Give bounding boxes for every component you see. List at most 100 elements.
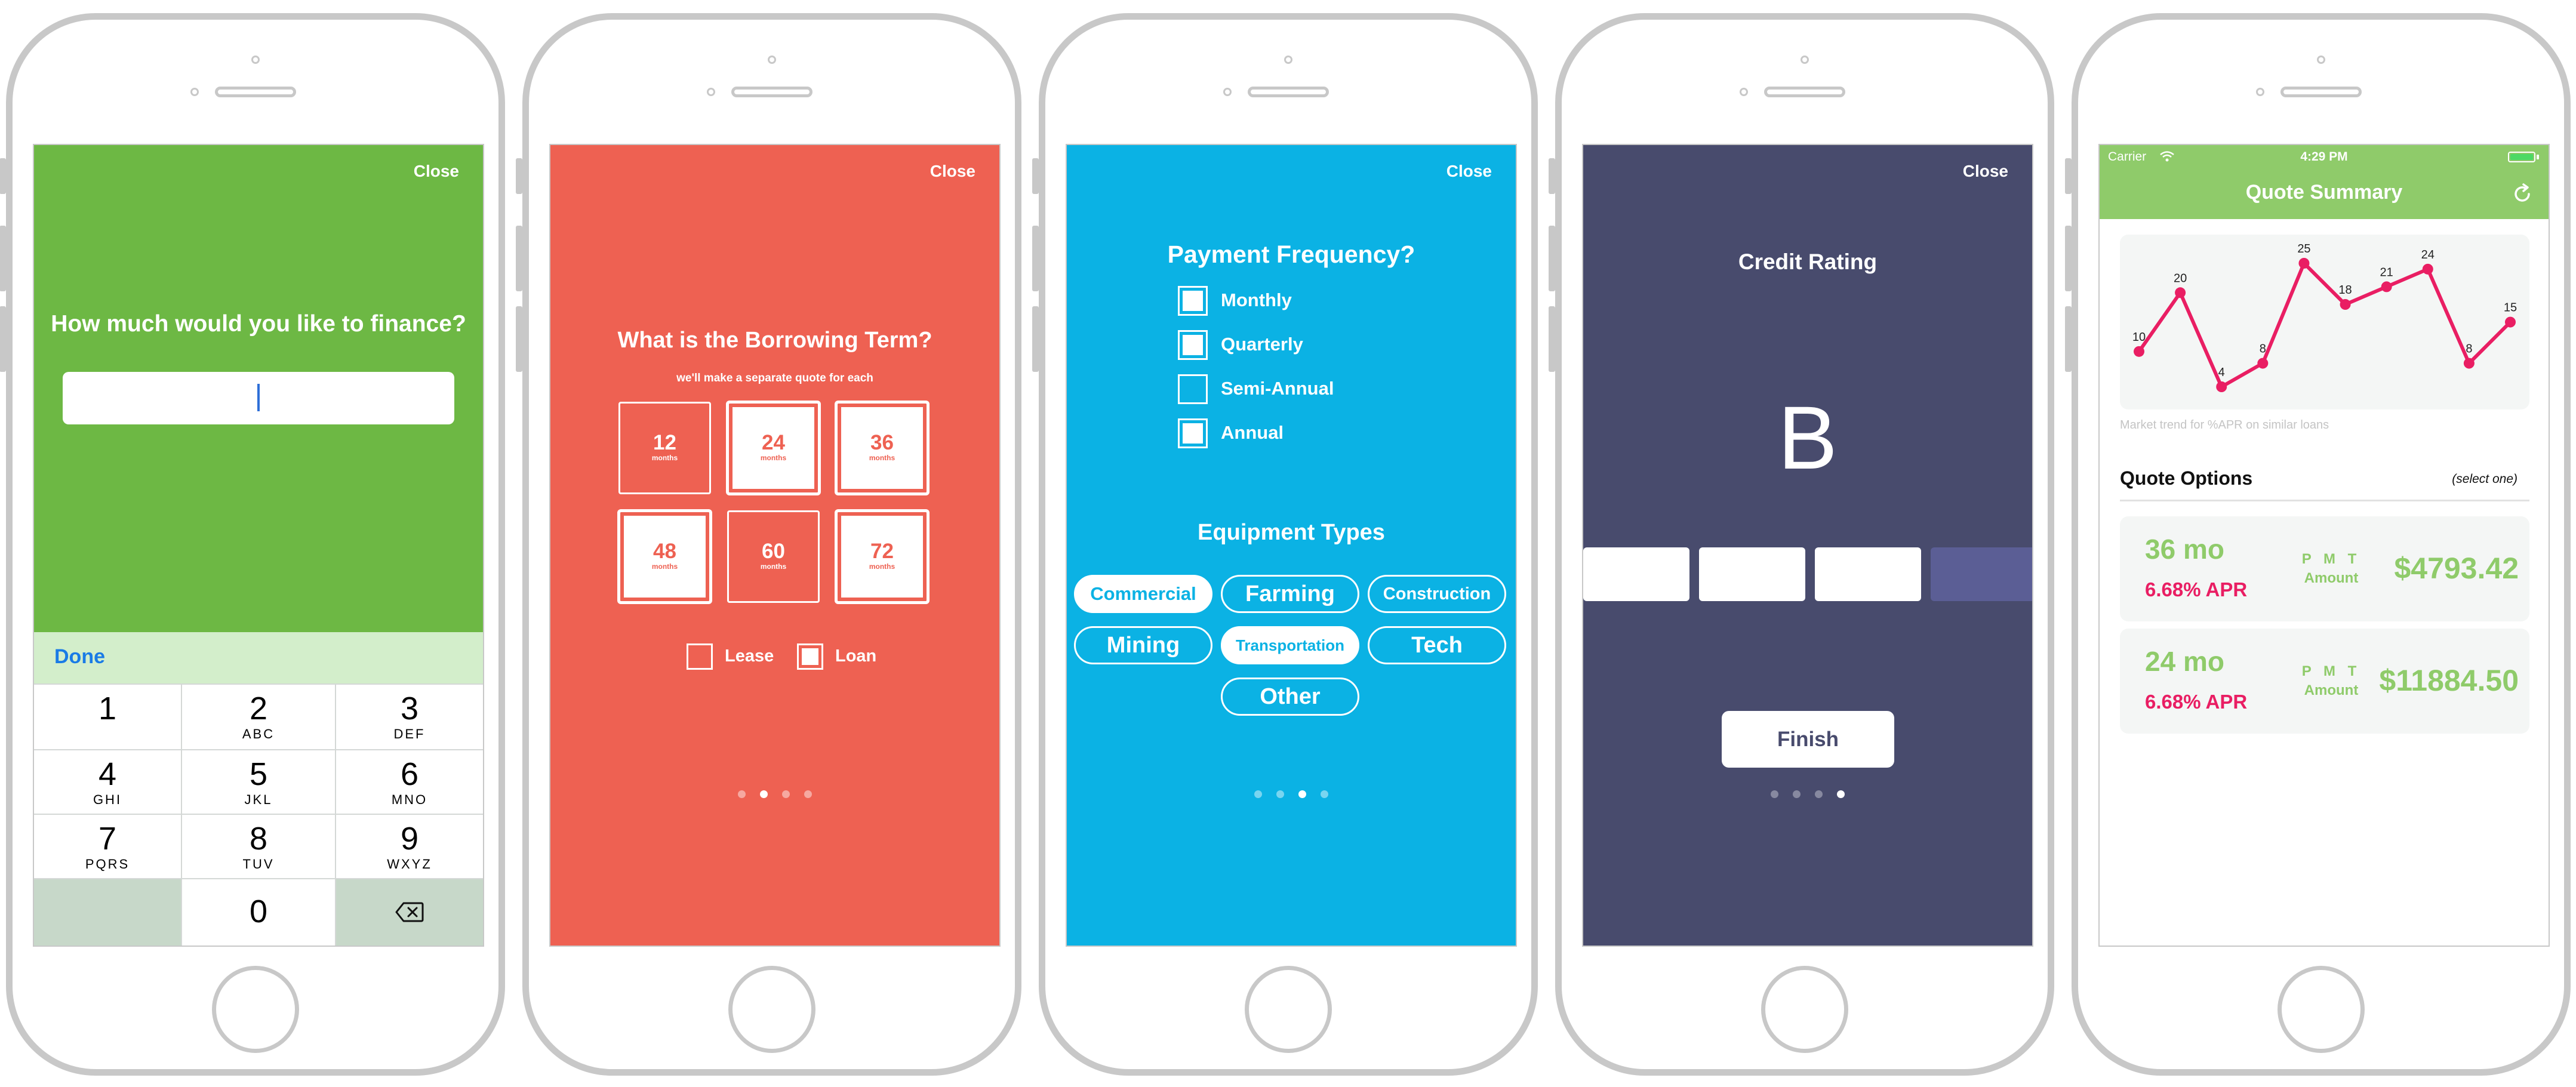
rating-segment[interactable] xyxy=(1815,547,1921,601)
proximity-sensor xyxy=(190,88,199,96)
term-option-72[interactable]: 72 months xyxy=(836,510,928,603)
equipment-heading: Equipment Types xyxy=(1198,520,1385,545)
term-unit: months xyxy=(760,454,787,462)
checkbox-fill xyxy=(1183,379,1203,399)
term-unit: months xyxy=(869,454,895,462)
keypad-key-6[interactable]: 6 MNO xyxy=(336,750,483,814)
keypad-key-9[interactable]: 9 WXYZ xyxy=(336,815,483,878)
trend-point xyxy=(2175,287,2186,298)
side-button xyxy=(2065,158,2072,194)
rating-segment[interactable] xyxy=(1699,547,1805,601)
trend-line xyxy=(2137,261,2512,389)
credit-grade: B xyxy=(1777,387,1838,488)
home-button[interactable] xyxy=(1245,966,1332,1053)
page-dot[interactable] xyxy=(1793,790,1801,798)
term-option-24[interactable]: 24 months xyxy=(727,402,820,494)
close-button[interactable]: Close xyxy=(1447,162,1492,181)
key-digit: 3 xyxy=(400,691,419,726)
equipment-other-pill[interactable]: Other xyxy=(1221,678,1359,716)
equipment-farming-pill[interactable]: Farming xyxy=(1221,575,1359,613)
keypad-key-8[interactable]: 8 TUV xyxy=(182,815,335,878)
page-dot[interactable] xyxy=(782,790,790,798)
phone-frame: Close What is the Borrowing Term? we'll … xyxy=(516,13,1021,1076)
close-button[interactable]: Close xyxy=(1963,162,2008,181)
home-button[interactable] xyxy=(1761,966,1848,1053)
quote-option-card[interactable]: 24 mo 6.68% APR P M T Amount $11884.50 xyxy=(2120,629,2529,734)
keypad-key-1[interactable]: 1 xyxy=(34,685,181,749)
equipment-mining-pill[interactable]: Mining xyxy=(1074,626,1212,664)
rating-segment[interactable] xyxy=(1583,547,1689,601)
close-button[interactable]: Close xyxy=(930,162,975,181)
page-indicator[interactable] xyxy=(550,790,999,801)
page-dot[interactable] xyxy=(1254,790,1262,798)
frequency-label: Monthly xyxy=(1221,290,1292,310)
term-option-12[interactable]: 12 months xyxy=(618,402,711,494)
done-button[interactable]: Done xyxy=(54,645,105,669)
battery-level xyxy=(2510,154,2533,160)
amount-input[interactable] xyxy=(63,372,454,424)
earpiece-speaker xyxy=(215,87,296,97)
equipment-transportation-pill[interactable]: Transportation xyxy=(1221,626,1359,664)
home-button[interactable] xyxy=(2278,966,2365,1053)
keypad-key-4[interactable]: 4 GHI xyxy=(34,750,181,814)
keypad-key-0[interactable]: 0 xyxy=(182,879,335,946)
keypad-key-7[interactable]: 7 PQRS xyxy=(34,815,181,878)
frequency-checkbox[interactable] xyxy=(1178,418,1208,448)
trend-point xyxy=(2257,358,2269,369)
lease-checkbox[interactable] xyxy=(687,643,713,670)
home-button[interactable] xyxy=(728,966,815,1053)
page-dot[interactable] xyxy=(804,790,812,798)
page-dot[interactable] xyxy=(1815,790,1823,798)
page-dot[interactable] xyxy=(1837,790,1845,798)
backspace-icon xyxy=(395,902,424,922)
equipment-tech-pill[interactable]: Tech xyxy=(1368,626,1506,664)
page-dot[interactable] xyxy=(760,790,768,798)
page-dot[interactable] xyxy=(1276,790,1284,798)
term-option-48[interactable]: 48 months xyxy=(618,510,711,603)
frequency-label: Annual xyxy=(1221,422,1284,443)
keypad-key-5[interactable]: 5 JKL xyxy=(182,750,335,814)
trend-point-label: 10 xyxy=(2132,331,2146,344)
term-option-60[interactable]: 60 months xyxy=(727,510,820,603)
trend-point xyxy=(2463,358,2475,369)
payment-frequency-screen: Close Payment Frequency? Monthly Quarterl… xyxy=(1066,144,1517,947)
quote-summary-screen: Carrier 4:29 PM Quote Summary 10 20 4 8 25 18… xyxy=(2098,144,2550,947)
term-option-36[interactable]: 36 months xyxy=(836,402,928,494)
front-camera xyxy=(768,56,776,64)
loan-checkbox[interactable] xyxy=(797,643,823,670)
page-indicator[interactable] xyxy=(1583,790,2032,801)
page-indicator[interactable] xyxy=(1067,790,1516,801)
quote-option-card[interactable]: 36 mo 6.68% APR P M T Amount $4793.42 xyxy=(2120,516,2529,621)
earpiece-speaker xyxy=(2280,87,2362,97)
checkbox-fill xyxy=(691,648,708,665)
trend-point-label: 8 xyxy=(2466,343,2472,356)
front-camera xyxy=(1801,56,1809,64)
side-button xyxy=(1032,158,1039,194)
frequency-checkbox[interactable] xyxy=(1178,286,1208,316)
key-digit: 2 xyxy=(249,691,268,726)
frequency-checkbox[interactable] xyxy=(1178,330,1208,360)
refresh-icon[interactable] xyxy=(2510,182,2534,206)
keypad-delete-key[interactable] xyxy=(336,879,483,946)
home-button[interactable] xyxy=(212,966,299,1053)
finance-amount-screen: Close How much would you like to finance… xyxy=(33,144,484,947)
page-dot[interactable] xyxy=(1298,790,1306,798)
term-value: 48 xyxy=(653,540,676,563)
keypad-key-2[interactable]: 2 ABC xyxy=(182,685,335,749)
proximity-sensor xyxy=(2256,88,2264,96)
keypad-key-3[interactable]: 3 DEF xyxy=(336,685,483,749)
equipment-construction-pill[interactable]: Construction xyxy=(1368,575,1506,613)
rating-segment[interactable] xyxy=(1931,547,2032,601)
nav-bar: Quote Summary xyxy=(2100,169,2549,219)
page-dot[interactable] xyxy=(1771,790,1778,798)
trend-point xyxy=(2216,381,2227,392)
trend-point-label: 25 xyxy=(2297,242,2310,255)
close-button[interactable]: Close xyxy=(414,162,459,181)
side-button xyxy=(0,306,6,372)
page-dot[interactable] xyxy=(738,790,746,798)
frequency-checkbox[interactable] xyxy=(1178,374,1208,404)
finish-button[interactable]: Finish xyxy=(1722,711,1894,768)
page-dot[interactable] xyxy=(1321,790,1328,798)
equipment-commercial-pill[interactable]: Commercial xyxy=(1074,575,1212,613)
term-unit: months xyxy=(651,454,678,462)
